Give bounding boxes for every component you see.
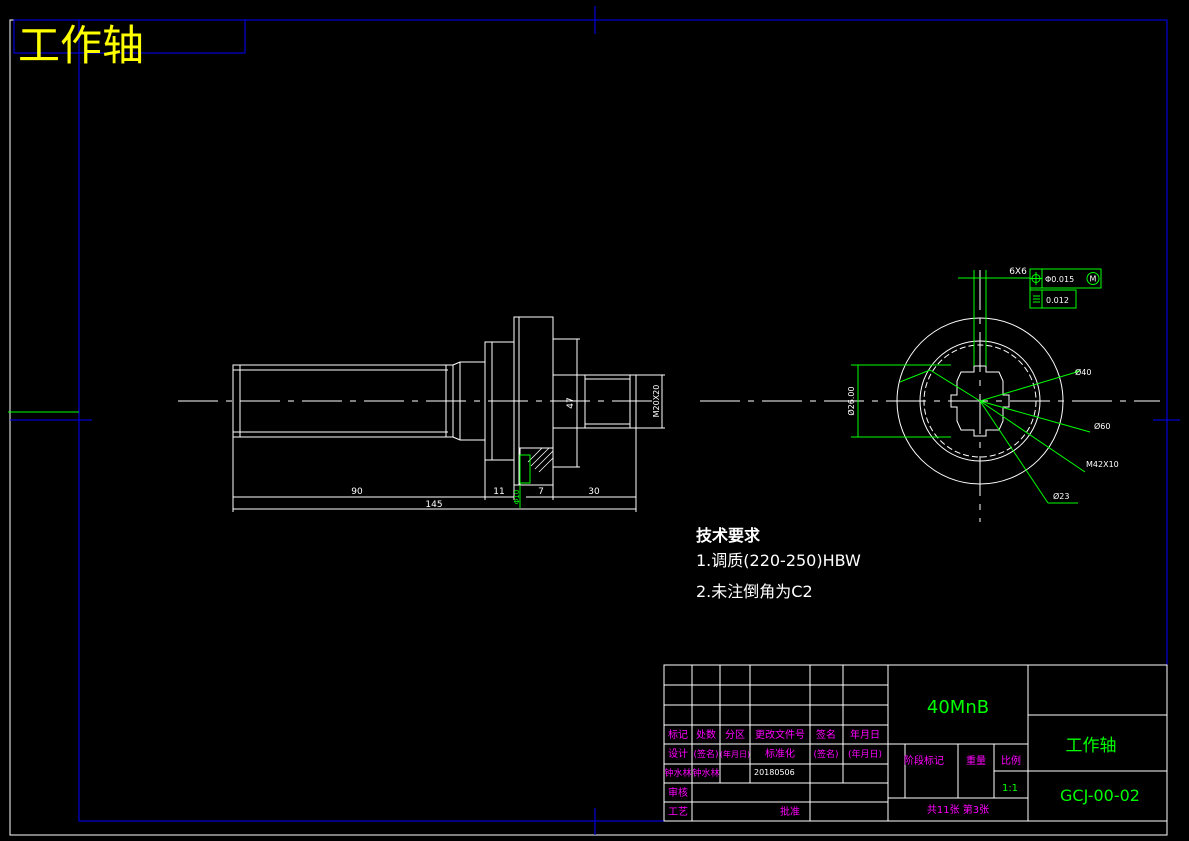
hdr-qianming3: (签名) — [813, 748, 838, 760]
shoulder-bottom — [452, 436, 514, 461]
tol-position-value: Φ0.015 — [1045, 275, 1074, 284]
tol-flatness-value: 0.012 — [1046, 296, 1069, 305]
scale: 1:1 — [1002, 783, 1018, 794]
pocket-detail — [519, 454, 531, 484]
tech-item-2: 2.未注倒角为C2 — [696, 582, 813, 601]
drawing-title: 工作轴 — [18, 21, 144, 70]
dim-dia60: Ø60 — [1094, 421, 1110, 431]
drawing-canvas: 90 145 11 7 30 47 M20X20 Φ10 6X6 Ø26.00 … — [8, 6, 1180, 836]
shaft-side-view — [178, 316, 658, 486]
hdr-shenhe: 审核 — [668, 786, 688, 799]
designer2: 钟水林 — [692, 767, 719, 779]
hdr-fenqu: 分区 — [725, 729, 745, 741]
tol-modifier: M — [1090, 275, 1097, 284]
material: 40MnB — [927, 697, 989, 718]
hdr-pizhun: 批准 — [780, 805, 800, 818]
hdr-jieduan: 阶段标记 — [904, 754, 944, 767]
hdr-gongyi: 工艺 — [668, 806, 688, 818]
part-name: 工作轴 — [1066, 736, 1117, 756]
hdr-chushu: 处数 — [696, 728, 716, 741]
hdr-qianming2: (签名) — [693, 748, 718, 760]
sheets: 共11张 第3张 — [927, 803, 989, 816]
dim-30: 30 — [588, 487, 600, 497]
date: 20180506 — [754, 768, 795, 777]
tech-heading: 技术要求 — [696, 526, 761, 545]
hdr-sheji: 设计 — [668, 747, 688, 760]
inner-border — [78, 19, 1168, 822]
shoulder-top — [452, 341, 514, 366]
dim-m42x10: M42X10 — [1086, 460, 1119, 469]
dim-m20x20: M20X20 — [652, 385, 661, 418]
pocket-hatch — [527, 447, 554, 473]
hdr-biaoji: 标记 — [668, 729, 688, 741]
dim-dia40: Ø40 — [1075, 367, 1091, 377]
hdr-bili: 比例 — [1001, 754, 1021, 767]
dim-6x6: 6X6 — [1009, 267, 1027, 277]
dim-7: 7 — [538, 487, 544, 497]
dim-47: 47 — [566, 397, 576, 408]
dim-11: 11 — [493, 487, 504, 497]
hdr-nianyueri2: (年月日) — [720, 749, 750, 759]
shaft-end-view — [700, 270, 1160, 522]
designer: 钟水林 — [664, 767, 691, 779]
dim-dia23: Ø23 — [1053, 491, 1069, 501]
hdr-nianyueri3: (年月日) — [848, 748, 882, 760]
hdr-qianming: 签名 — [816, 728, 836, 741]
dim-dia26: Ø26.00 — [846, 386, 856, 415]
hdr-biaozhunhua: 标准化 — [765, 747, 795, 760]
dim-90: 90 — [351, 487, 363, 497]
hdr-zhongliang: 重量 — [966, 754, 986, 767]
dim-pocket: Φ10 — [513, 490, 521, 504]
drawing-number: GCJ-00-02 — [1060, 786, 1140, 805]
tech-item-1: 1.调质(220-250)HBW — [696, 551, 861, 570]
dim-145: 145 — [425, 500, 442, 510]
hdr-genggai: 更改文件号 — [755, 728, 805, 741]
hdr-nianyueri: 年月日 — [850, 728, 880, 741]
